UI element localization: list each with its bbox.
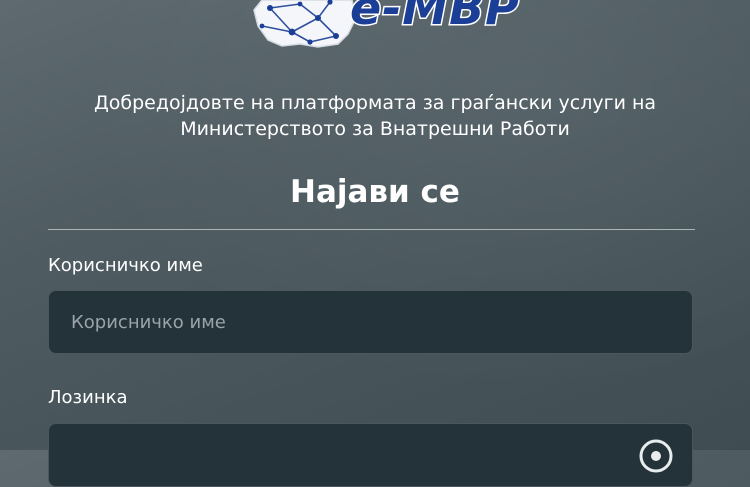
password-label: Лозинка (48, 387, 128, 408)
password-input[interactable] (48, 423, 693, 487)
eye-icon (639, 439, 673, 473)
username-input[interactable] (48, 290, 693, 354)
show-password-button[interactable] (636, 436, 676, 476)
login-title: Најави се (290, 174, 460, 210)
title-divider (48, 229, 695, 230)
welcome-line-2: Министерството за Внатрешни Работи (180, 118, 570, 140)
e-mvr-logo: e-МВР (0, 0, 750, 60)
username-label: Корисничко име (48, 255, 203, 276)
welcome-message: Добредојдовте на платформата за граѓанск… (40, 90, 710, 142)
welcome-line-1: Добредојдовте на платформата за граѓанск… (93, 92, 657, 114)
logo-text: e-МВР (349, 0, 521, 37)
background (0, 0, 750, 450)
